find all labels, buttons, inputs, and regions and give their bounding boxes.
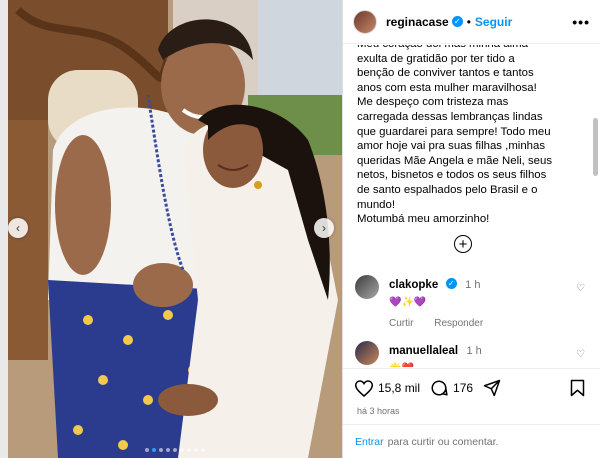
post-timestamp: há 3 horas <box>357 406 400 416</box>
more-options-icon[interactable]: ••• <box>572 14 590 30</box>
carousel-dot <box>180 448 184 452</box>
comment-text: 🌟❤️ <box>389 363 579 367</box>
login-to-comment-bar: Entrar para curtir ou comentar. <box>343 424 600 458</box>
carousel-dot <box>201 448 205 452</box>
comment-reply-button[interactable]: Responder <box>434 318 483 329</box>
avatar[interactable] <box>355 275 379 299</box>
heart-icon[interactable] <box>355 379 373 397</box>
photo-illustration <box>8 0 342 458</box>
carousel-next-button[interactable]: › <box>314 218 334 238</box>
carousel-indicator <box>8 448 342 452</box>
separator: • <box>466 14 471 29</box>
username-link[interactable]: reginacase <box>386 15 449 29</box>
carousel-prev-button[interactable]: ‹ <box>8 218 28 238</box>
comments-scroll-area[interactable]: Meu coração dói mas minha alma exulta de… <box>343 45 600 367</box>
carousel-dot <box>173 448 177 452</box>
share-icon[interactable] <box>483 379 501 397</box>
comment-count[interactable]: 176 <box>453 381 473 395</box>
login-link[interactable]: Entrar <box>355 436 384 448</box>
carousel-dot <box>166 448 170 452</box>
comment-like-button[interactable]: Curtir <box>389 318 413 329</box>
login-prompt-text: para curtir ou comentar. <box>387 435 499 448</box>
post-side-panel: reginacase ✓ • Seguir ••• Meu coração dó… <box>342 0 600 458</box>
plus-circle-icon: + <box>458 235 468 253</box>
verified-badge-icon: ✓ <box>451 16 463 27</box>
carousel-dot <box>145 448 149 452</box>
avatar[interactable] <box>353 9 377 34</box>
comment-username[interactable]: manuellaleal <box>389 345 458 357</box>
post-header: reginacase ✓ • Seguir ••• <box>343 0 600 44</box>
heart-outline-icon[interactable]: ♡ <box>576 283 585 294</box>
like-count[interactable]: 15,8 mil <box>378 381 420 395</box>
carousel-dot <box>187 448 191 452</box>
comment-username[interactable]: clakopke <box>389 279 438 291</box>
carousel-dot-active <box>152 448 156 452</box>
heart-outline-icon[interactable]: ♡ <box>576 349 585 360</box>
post-caption: Meu coração dói mas minha alma exulta de… <box>357 45 553 226</box>
avatar[interactable] <box>355 341 379 365</box>
comment-icon[interactable] <box>430 379 448 397</box>
page-gutter <box>0 0 8 458</box>
comment-time: 1 h <box>465 279 481 291</box>
scrollbar[interactable] <box>593 118 598 176</box>
carousel-dot <box>194 448 198 452</box>
follow-button[interactable]: Seguir <box>475 15 512 29</box>
comment-text: 💜✨💜 <box>389 297 427 308</box>
carousel-dot <box>159 448 163 452</box>
chevron-right-icon: › <box>322 221 326 235</box>
post-photo: ‹ › <box>8 0 342 458</box>
comment-time: 1 h <box>466 345 482 357</box>
chevron-left-icon: ‹ <box>16 221 20 235</box>
load-more-comments-button[interactable]: + <box>454 235 472 253</box>
bookmark-icon[interactable] <box>570 379 585 402</box>
post-actions: 15,8 mil 176 há 3 horas <box>343 368 600 418</box>
verified-badge-icon: ✓ <box>445 278 457 290</box>
